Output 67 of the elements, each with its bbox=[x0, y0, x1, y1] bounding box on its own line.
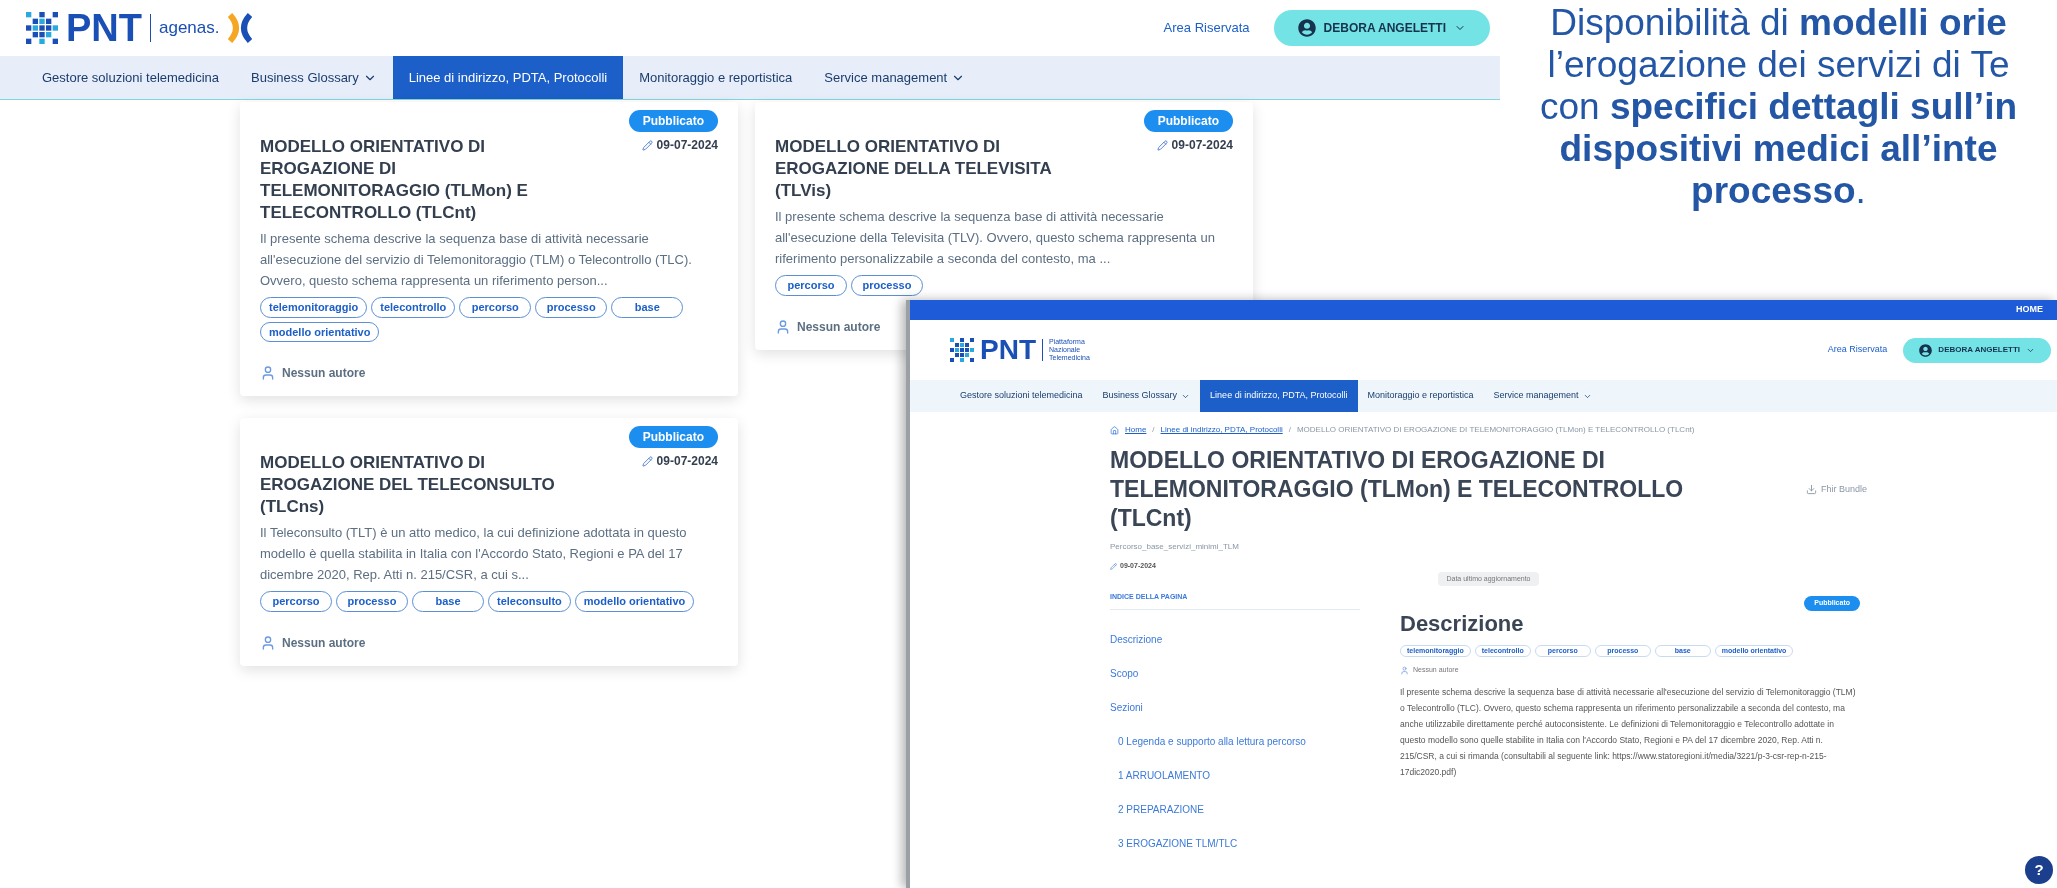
nav-tab[interactable]: Service management bbox=[808, 56, 982, 99]
index-link[interactable]: 1 ARRUOLAMENTO bbox=[1110, 767, 1360, 783]
user-menu-button[interactable]: DEBORA ANGELETTI bbox=[1273, 10, 1490, 46]
page-title: MODELLO ORIENTATIVO DI EROGAZIONE DI TELEMONITORAGGIO (TLMon) E TELECONTROLLO (TLCnt) bbox=[1110, 446, 1685, 533]
home-icon bbox=[1110, 425, 1119, 435]
nav-tab[interactable]: Gestore soluzioni telemedicina bbox=[26, 56, 236, 99]
mosaic-logo-icon bbox=[26, 12, 58, 44]
nav-tab[interactable]: Monitoraggio e reportistica bbox=[623, 56, 809, 99]
user-icon bbox=[775, 318, 791, 335]
pencil-icon bbox=[641, 455, 653, 467]
nav-tab[interactable]: Service management bbox=[1483, 380, 1602, 412]
download-button[interactable]: Fhir Bundle bbox=[1805, 482, 1867, 497]
card-date: 09-07-2024 bbox=[1171, 137, 1233, 154]
author-label: Nessun autore bbox=[282, 365, 366, 382]
index-link[interactable]: Descrizione bbox=[1110, 631, 1360, 647]
help-button[interactable]: ? bbox=[2025, 856, 2053, 884]
index-link[interactable]: 0 Legenda e supporto alla lettura percorso bbox=[1110, 733, 1360, 749]
partner-logo-text: agenas. bbox=[159, 17, 220, 40]
nav-tab[interactable]: Business Glossary bbox=[235, 56, 393, 99]
logo-text: PNT bbox=[66, 9, 142, 47]
slide-caption: Disponibilità di modelli orie l’erogazione dei servizi di Te con specifici dettagli sull’in dispositivi medici all’inte processo. bbox=[1539, 1, 2018, 212]
user-menu-button[interactable]: DEBORA ANGELETTI bbox=[1903, 337, 2051, 363]
page-subtitle: Percorso_base_servizi_minimi_TLM bbox=[1110, 541, 1240, 553]
card-title: MODELLO ORIENTATIVO DI EROGAZIONE DEL TELECONSULTO (TLCns) bbox=[260, 452, 556, 518]
user-icon bbox=[260, 365, 276, 381]
nav-tab[interactable]: Monitoraggio e reportistica bbox=[1357, 380, 1484, 412]
breadcrumb-separator: / bbox=[1288, 424, 1291, 436]
mosaic-logo-icon bbox=[950, 338, 974, 362]
home-link[interactable]: HOME bbox=[2016, 303, 2043, 317]
pencil-icon bbox=[641, 139, 653, 151]
download-icon bbox=[1805, 484, 1817, 495]
pencil-icon bbox=[1110, 562, 1117, 570]
card-title: MODELLO ORIENTATIVO DI EROGAZIONE DELLA TELEVISITA (TLVis) bbox=[775, 136, 1053, 202]
status-badge: Pubblicato bbox=[628, 110, 718, 132]
card-title: MODELLO ORIENTATIVO DI EROGAZIONE DI TELEMONITORAGGIO (TLMon) E TELECONTROLLO (TLCnt) bbox=[260, 136, 529, 224]
index-link[interactable]: Scopo bbox=[1110, 665, 1360, 681]
card-date: 09-07-2024 bbox=[656, 453, 718, 470]
logo-text: PNT bbox=[980, 336, 1036, 364]
user-avatar-icon bbox=[1297, 19, 1316, 37]
user-icon bbox=[260, 634, 276, 651]
breadcrumb-current: MODELLO ORIENTATIVO DI EROGAZIONE DI TELEMONITORAGGIO (TLMon) E TELECONTROLLO (TLCnt) bbox=[1296, 424, 1695, 436]
breadcrumb-link[interactable]: Home bbox=[1125, 424, 1147, 436]
author-label: Nessun autore bbox=[282, 634, 366, 652]
nav-tab[interactable]: Gestore soluzioni telemedicina bbox=[950, 380, 1093, 412]
status-badge: Pubblicato bbox=[628, 426, 718, 448]
card-description: Il presente schema descrive la sequenza base di attività necessarie all'esecuzione del servizio di Telemonitoraggio (TLM) o Telecontrollo (TLC). Ovvero, questo schema rappresenta un riferimento person... bbox=[260, 230, 693, 290]
nav-tab[interactable]: Linee di indirizzo, PDTA, Protocolli bbox=[1200, 380, 1358, 412]
index-link[interactable]: Sezioni bbox=[1110, 699, 1360, 715]
status-badge: Pubblicato bbox=[1143, 110, 1233, 132]
breadcrumb-link[interactable]: Linee di indirizzo, PDTA, Protocolli bbox=[1160, 424, 1283, 436]
breadcrumb-separator: / bbox=[1152, 424, 1155, 436]
partner-mark-icon bbox=[227, 13, 252, 43]
author-label: Nessun autore bbox=[797, 318, 881, 336]
section-heading: Descrizione bbox=[1400, 610, 1525, 637]
reserved-area-link[interactable]: Area Riservata bbox=[1827, 343, 1888, 357]
index-link[interactable]: 3 EROGAZIONE TLM/TLC bbox=[1110, 835, 1360, 851]
card-description: Il Teleconsulto (TLT) è un atto medico, la cui definizione adottata in questo modello è quella stabilita in Italia con l'Accordo Stato, Regioni e PA del 17 dicembre 2020, Rep. Atti n. 215/CSR, a cui s... bbox=[260, 524, 688, 584]
card-date: 09-07-2024 bbox=[656, 137, 718, 154]
description-paragraph: Il presente schema descrive la sequenza base di attività necessarie all'esecuzione del servizio di Telemonitoraggio (TLM) o Telecontrollo (TLC). Ovvero, questo schema rappresenta un riferimento personalizzabile a seconda del contesto, ma anche utilizzabile direttamente perché autoconsistente. Le definizioni di Telemonitoraggio e Telecontrollo adottate in questo modello sono quelle stabilite in Italia con l'Accordo Stato, Regioni e PA del 17 dicembre 2020, Rep. Atti n. 215/CSR, a cui si rimanda (consultabili al seguente link: https://www.statoregioni.it/media/3221/p-3-csr-rep-n-215-17dic2020.pdf) bbox=[1400, 685, 1857, 779]
user-icon bbox=[1400, 665, 1409, 675]
pencil-icon bbox=[1156, 139, 1168, 151]
nav-tab[interactable]: Linee di indirizzo, PDTA, Protocolli bbox=[392, 56, 624, 99]
nav-tab[interactable]: Business Glossary bbox=[1092, 380, 1201, 412]
user-avatar-icon bbox=[1919, 343, 1933, 357]
card-description: Il presente schema descrive la sequenza base di attività necessarie all'esecuzione della Televisita (TLV). Ovvero, questo schema rappresenta un riferimento personalizzabile a seconda del contesto, ma ... bbox=[775, 208, 1216, 268]
reserved-area-link[interactable]: Area Riservata bbox=[1163, 18, 1250, 38]
index-link[interactable]: 2 PREPARAZIONE bbox=[1110, 801, 1360, 817]
